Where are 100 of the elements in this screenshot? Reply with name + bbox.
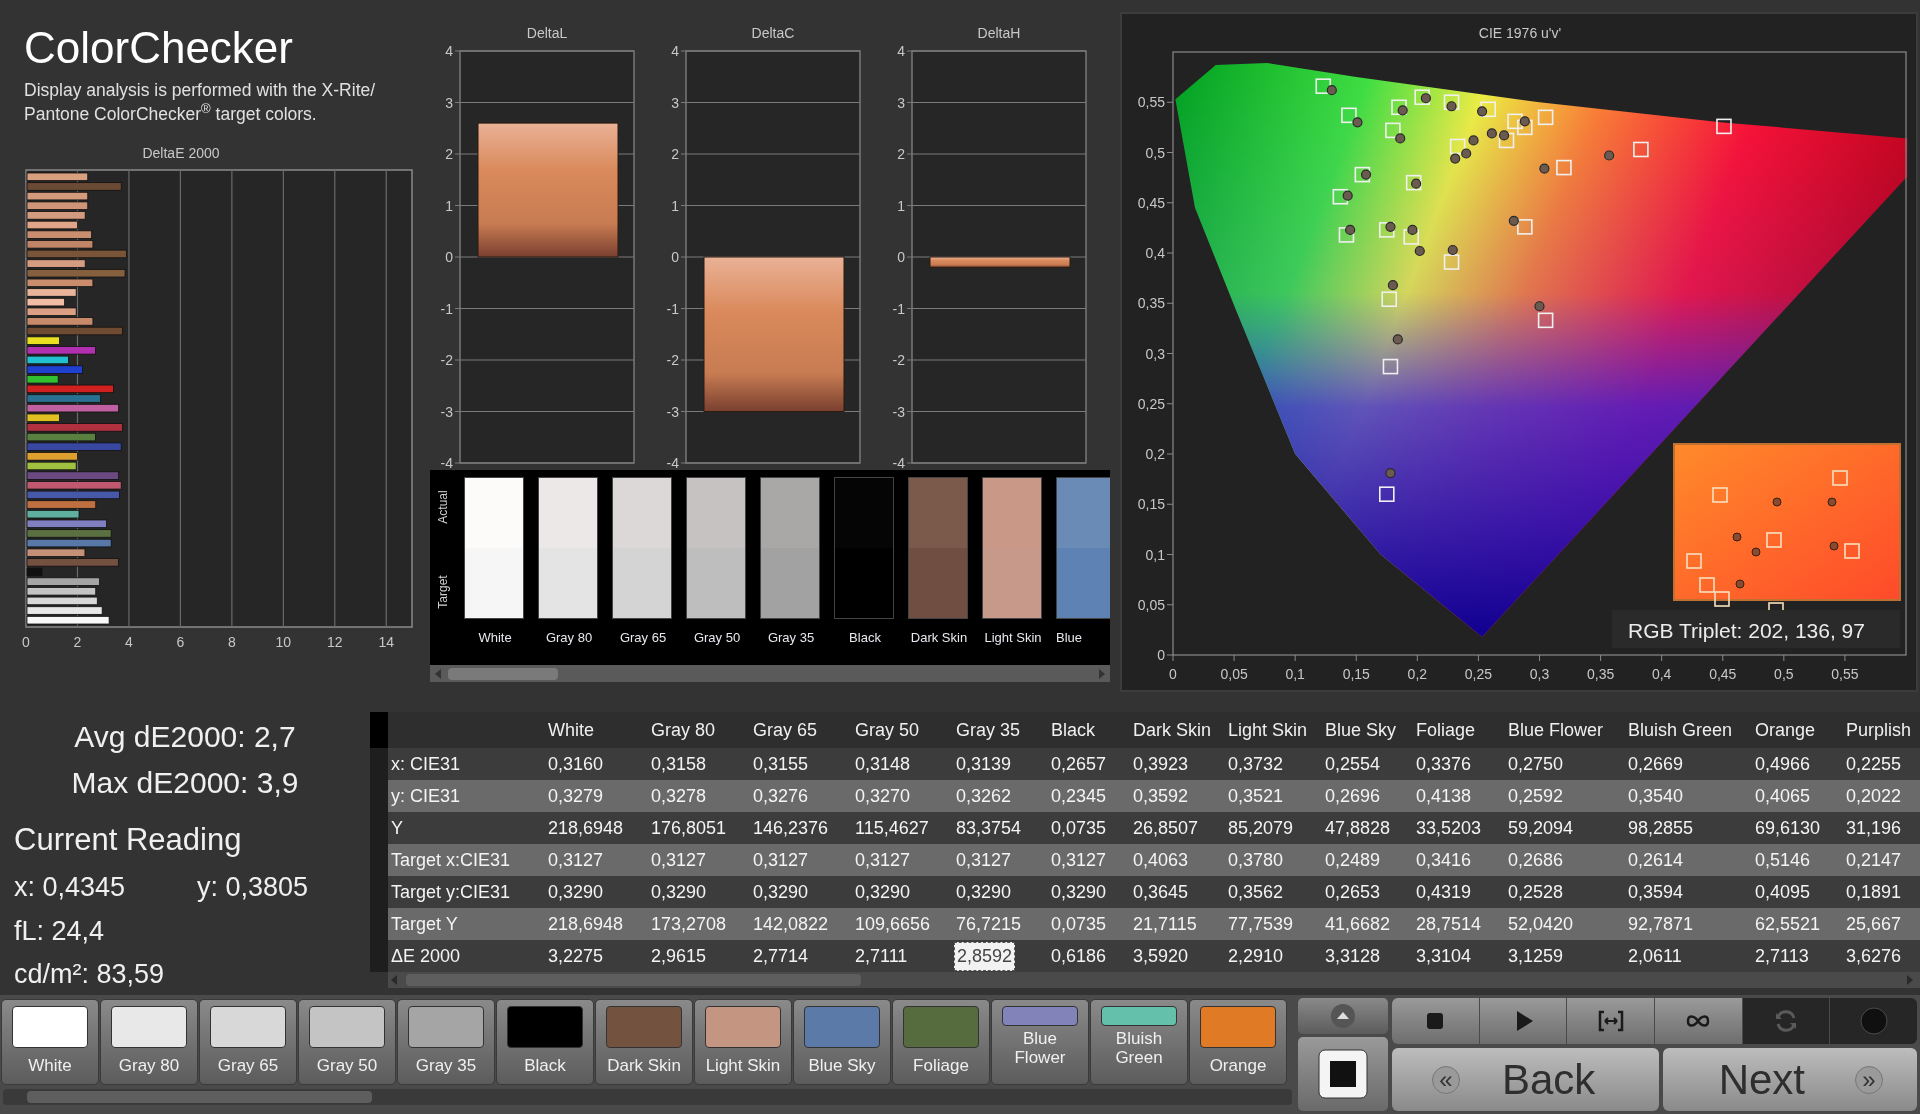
table-cell[interactable]: 0,2614 (1626, 846, 1686, 874)
patch-button[interactable]: Gray 65 (199, 999, 297, 1085)
table-cell[interactable]: 2,9615 (649, 942, 709, 970)
table-cell[interactable]: 3,1259 (1506, 942, 1566, 970)
table-cell[interactable]: 0,2592 (1506, 782, 1566, 810)
table-cell[interactable]: 0,3592 (1131, 782, 1191, 810)
table-cell[interactable]: 52,0420 (1506, 910, 1576, 938)
horizontal-scrollbar[interactable] (430, 665, 1110, 682)
table-cell[interactable]: 142,0822 (751, 910, 831, 938)
table-cell[interactable]: 0,3562 (1226, 878, 1286, 906)
patch-button[interactable]: Gray 50 (298, 999, 396, 1085)
table-cell[interactable]: 176,8051 (649, 814, 729, 842)
table-cell[interactable]: 0,3290 (546, 878, 606, 906)
table-cell[interactable]: 0,0735 (1049, 910, 1109, 938)
table-cell[interactable]: 28,7514 (1414, 910, 1484, 938)
table-cell[interactable]: 3,3128 (1323, 942, 1383, 970)
back-button[interactable]: « Back (1392, 1048, 1659, 1111)
table-cell[interactable]: 0,6186 (1049, 942, 1109, 970)
table-cell[interactable]: 0,2696 (1323, 782, 1383, 810)
table-cell[interactable]: 0,2022 (1844, 782, 1904, 810)
patch-button[interactable]: Foliage (892, 999, 990, 1085)
table-cell[interactable]: 59,2094 (1506, 814, 1576, 842)
table-cell[interactable]: 0,3148 (853, 750, 913, 778)
media-button[interactable] (1655, 998, 1742, 1044)
table-cell[interactable]: 0,5146 (1753, 846, 1813, 874)
table-cell[interactable]: 62,5521 (1753, 910, 1823, 938)
table-cell[interactable]: 0,2653 (1323, 878, 1383, 906)
table-cell[interactable]: 0,3594 (1626, 878, 1686, 906)
table-cell[interactable]: 173,2708 (649, 910, 729, 938)
table-cell[interactable]: 0,3158 (649, 750, 709, 778)
table-cell[interactable]: 0,2255 (1844, 750, 1904, 778)
table-cell[interactable]: 0,0735 (1049, 814, 1109, 842)
table-cell[interactable]: 0,4065 (1753, 782, 1813, 810)
table-cell[interactable]: 0,2657 (1049, 750, 1109, 778)
row-selector[interactable] (370, 748, 388, 780)
table-cell[interactable]: 0,3290 (954, 878, 1014, 906)
table-cell[interactable]: 0,2528 (1506, 878, 1566, 906)
patch-button[interactable]: Orange (1189, 999, 1287, 1085)
table-cell[interactable]: 3,3104 (1414, 942, 1474, 970)
table-cell[interactable]: 0,3127 (649, 846, 709, 874)
table-cell[interactable]: 47,8828 (1323, 814, 1393, 842)
table-cell[interactable]: 25,667 (1844, 910, 1904, 938)
table-cell[interactable]: 0,2489 (1323, 846, 1383, 874)
table-cell[interactable]: 76,7215 (954, 910, 1024, 938)
table-cell[interactable]: 0,3923 (1131, 750, 1191, 778)
table-cell[interactable]: 0,2554 (1323, 750, 1383, 778)
table-cell[interactable]: 0,3276 (751, 782, 811, 810)
table-cell[interactable]: 0,3160 (546, 750, 606, 778)
table-cell[interactable]: 0,4063 (1131, 846, 1191, 874)
patch-button[interactable]: Black (496, 999, 594, 1085)
table-cell[interactable]: 0,4138 (1414, 782, 1474, 810)
patch-button[interactable]: Blue Sky (793, 999, 891, 1085)
scrollbar-thumb[interactable] (27, 1091, 372, 1103)
table-cell[interactable]: 83,3754 (954, 814, 1024, 842)
table-cell[interactable]: 0,3139 (954, 750, 1014, 778)
patch-button[interactable]: Dark Skin (595, 999, 693, 1085)
table-cell[interactable]: 3,6276 (1844, 942, 1904, 970)
table-cell[interactable]: 0,3732 (1226, 750, 1286, 778)
table-cell[interactable]: 0,3416 (1414, 846, 1474, 874)
table-cell[interactable]: 2,7111 (853, 942, 910, 970)
table-cell[interactable]: 146,2376 (751, 814, 831, 842)
table-cell[interactable]: 115,4627 (853, 814, 931, 842)
table-cell[interactable]: 77,7539 (1226, 910, 1296, 938)
media-button[interactable] (1567, 998, 1654, 1044)
patch-button[interactable]: Gray 80 (100, 999, 198, 1085)
table-cell[interactable]: 109,6656 (853, 910, 933, 938)
table-cell[interactable]: 0,2750 (1506, 750, 1566, 778)
horizontal-scrollbar[interactable] (3, 1089, 1292, 1105)
table-cell[interactable]: 218,6948 (546, 910, 626, 938)
table-cell[interactable]: 0,3540 (1626, 782, 1686, 810)
media-button[interactable] (1392, 998, 1479, 1044)
table-cell[interactable]: 41,6682 (1323, 910, 1393, 938)
table-cell[interactable]: 98,2855 (1626, 814, 1696, 842)
row-selector[interactable] (370, 940, 388, 972)
table-cell[interactable]: 0,3290 (751, 878, 811, 906)
patch-button[interactable]: Blue Flower (991, 999, 1089, 1085)
table-cell[interactable]: 0,3127 (954, 846, 1014, 874)
table-cell[interactable]: 33,5203 (1414, 814, 1484, 842)
horizontal-scrollbar[interactable] (388, 972, 1920, 988)
table-cell[interactable]: 2,7714 (751, 942, 811, 970)
table-cell[interactable]: 0,3279 (546, 782, 606, 810)
next-button[interactable]: Next » (1662, 1048, 1917, 1111)
table-cell[interactable]: 3,5920 (1131, 942, 1191, 970)
table-cell[interactable]: 0,2147 (1844, 846, 1904, 874)
table-cell[interactable]: 0,3645 (1131, 878, 1191, 906)
table-cell[interactable]: 0,4095 (1753, 878, 1813, 906)
table-cell[interactable]: 0,3127 (546, 846, 606, 874)
table-cell[interactable]: 0,3155 (751, 750, 811, 778)
table-cell[interactable]: 0,3290 (853, 878, 913, 906)
patch-button[interactable]: Light Skin (694, 999, 792, 1085)
table-cell[interactable]: 85,2079 (1226, 814, 1296, 842)
table-cell[interactable]: 0,3127 (1049, 846, 1109, 874)
patch-button[interactable]: Gray 35 (397, 999, 495, 1085)
table-cell[interactable]: 0,4319 (1414, 878, 1474, 906)
table-cell[interactable]: 0,4966 (1753, 750, 1813, 778)
table-cell[interactable]: 0,3278 (649, 782, 709, 810)
table-cell[interactable]: 0,3290 (649, 878, 709, 906)
table-cell[interactable]: 0,3780 (1226, 846, 1286, 874)
table-cell[interactable]: 0,3127 (853, 846, 913, 874)
table-cell[interactable]: 21,7115 (1131, 910, 1199, 938)
